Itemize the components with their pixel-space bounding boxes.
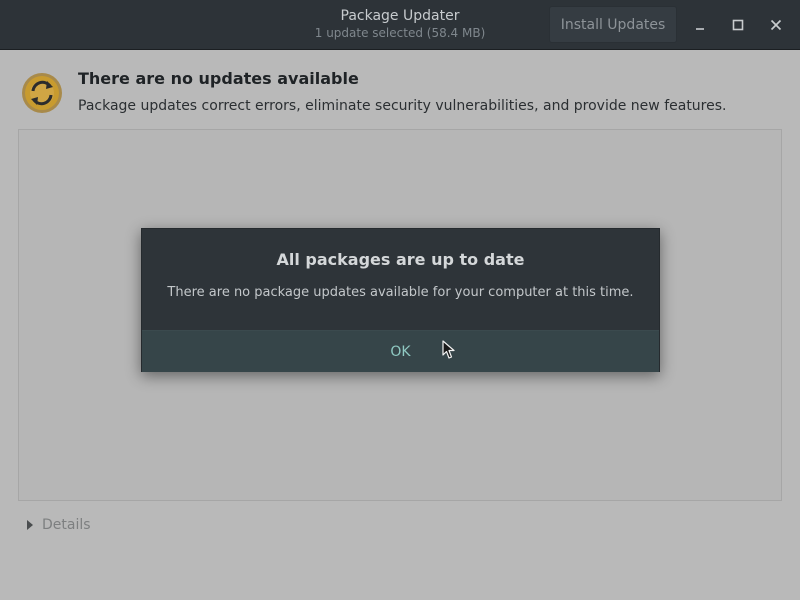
expander-arrow-icon: [27, 520, 33, 530]
mouse-cursor-icon: [442, 340, 455, 359]
window-subtitle: 1 update selected (58.4 MB): [314, 26, 486, 40]
window-title: Package Updater: [340, 8, 460, 24]
close-button[interactable]: [764, 13, 788, 37]
status-description: Package updates correct errors, eliminat…: [78, 98, 727, 114]
details-expander[interactable]: Details: [26, 515, 91, 535]
minimize-button[interactable]: [688, 13, 712, 37]
headerbar: Package Updater 1 update selected (58.4 …: [0, 0, 800, 50]
details-label: Details: [42, 517, 91, 533]
status-heading: There are no updates available: [78, 69, 359, 88]
up-to-date-dialog: All packages are up to date There are no…: [141, 228, 660, 372]
close-icon: [770, 19, 782, 31]
maximize-button[interactable]: [726, 13, 750, 37]
update-sync-icon: [22, 73, 62, 113]
install-updates-button[interactable]: Install Updates: [549, 6, 677, 43]
minimize-icon: [696, 28, 704, 30]
ok-button[interactable]: OK: [142, 330, 659, 372]
dialog-message: There are no package updates available f…: [167, 285, 634, 300]
dialog-title: All packages are up to date: [276, 250, 525, 269]
title-block: Package Updater 1 update selected (58.4 …: [0, 7, 800, 42]
maximize-icon: [732, 19, 744, 31]
